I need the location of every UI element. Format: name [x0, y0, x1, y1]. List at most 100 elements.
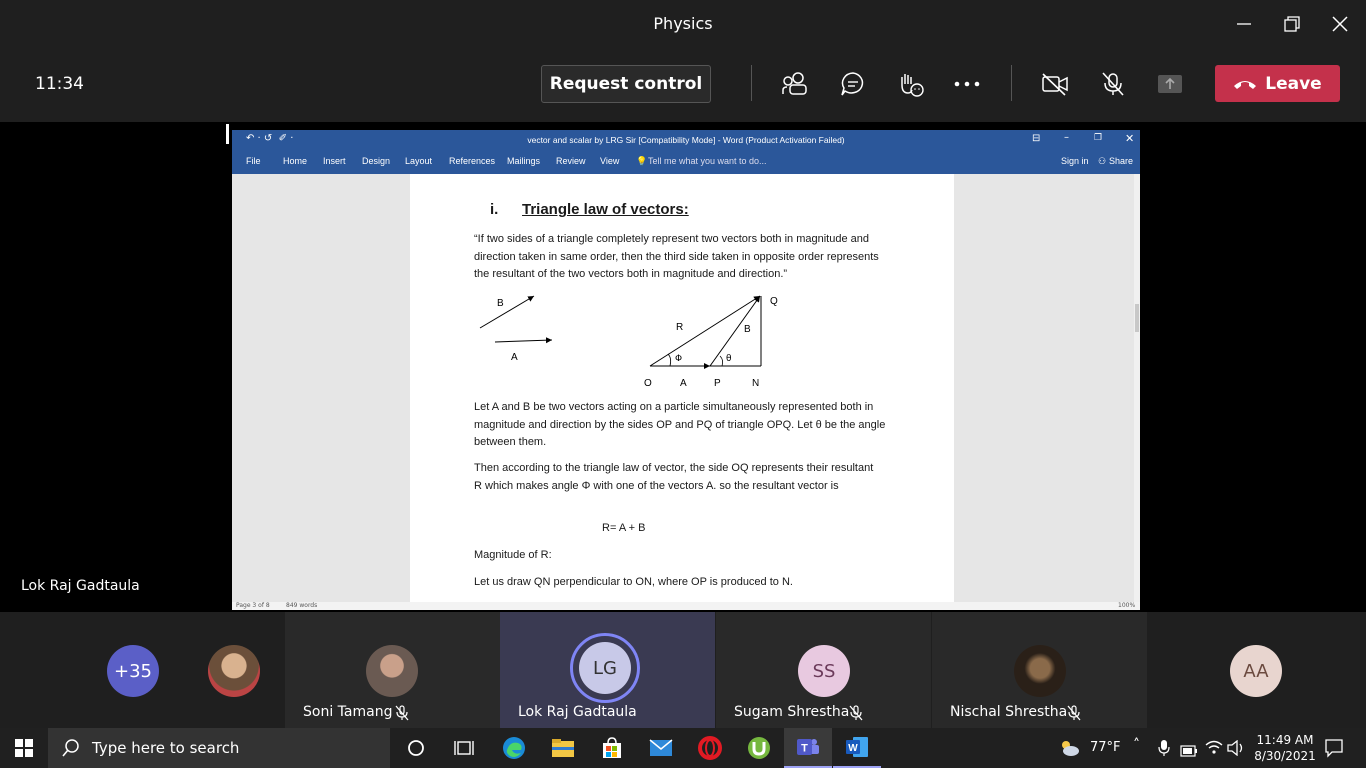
label-a: A — [511, 352, 518, 363]
word-close-icon[interactable]: ✕ — [1125, 132, 1134, 145]
word-ribbon-display-icon[interactable]: ⊟ — [1032, 133, 1040, 144]
chat-icon[interactable] — [838, 70, 868, 98]
tab-references[interactable]: References — [449, 156, 495, 166]
participant-tile-soni[interactable]: Soni Tamang — [285, 612, 500, 728]
taskbar-clock[interactable]: 11:49 AM 8/30/2021 — [1252, 732, 1318, 764]
tab-review[interactable]: Review — [556, 156, 586, 166]
status-page: Page 3 of 8 — [236, 602, 270, 609]
taskbar-search-box[interactable]: Type here to search — [48, 728, 390, 768]
participant-tile-nischal[interactable]: Nischal Shrestha — [932, 612, 1147, 728]
law-definition: “If two sides of a triangle completely r… — [474, 233, 879, 280]
avatar — [208, 645, 260, 697]
participants-icon[interactable] — [780, 70, 810, 98]
participants-strip: +35 Soni Tamang LG Lok Raj Gadtaula SS S… — [0, 612, 1366, 728]
edge-icon[interactable] — [490, 728, 538, 768]
participant-tile-sugam[interactable]: SS Sugam Shrestha — [716, 612, 931, 728]
phone-hangup-icon — [1234, 80, 1257, 89]
word-minimize-icon[interactable]: – — [1064, 132, 1069, 143]
wifi-icon[interactable] — [1205, 739, 1223, 759]
battery-icon[interactable] — [1180, 742, 1198, 761]
participant-tile-photo[interactable] — [200, 612, 285, 728]
windows-start-icon[interactable] — [0, 728, 48, 768]
label-p: P — [714, 378, 721, 389]
word-restore-icon[interactable]: ❐ — [1094, 133, 1102, 143]
label-a-triangle: A — [680, 378, 687, 389]
utorrent-icon[interactable] — [735, 728, 783, 768]
chevron-up-icon[interactable]: ˄ — [1133, 737, 1140, 753]
label-phi: Φ — [675, 354, 682, 364]
search-placeholder: Type here to search — [92, 739, 240, 757]
tab-layout[interactable]: Layout — [405, 156, 432, 166]
participant-tile-lok-raj[interactable]: LG Lok Raj Gadtaula — [500, 612, 715, 728]
participant-name: Soni Tamang — [303, 704, 393, 720]
weather-temp[interactable]: 77°F — [1090, 740, 1121, 755]
tab-home[interactable]: Home — [283, 156, 307, 166]
side-pq — [709, 295, 761, 367]
teams-icon[interactable]: T — [784, 728, 832, 768]
tab-view[interactable]: View — [600, 156, 619, 166]
participant-tile-aa[interactable]: AA — [1148, 612, 1363, 728]
mic-muted-icon — [395, 705, 409, 721]
volume-icon[interactable] — [1227, 739, 1245, 760]
restore-icon[interactable] — [1280, 12, 1304, 36]
heading-number: i. — [490, 201, 499, 218]
vector-a-arrow — [494, 337, 553, 344]
participant-name: Nischal Shrestha — [950, 704, 1068, 720]
tab-insert[interactable]: Insert — [323, 156, 346, 166]
tab-mailings[interactable]: Mailings — [507, 156, 540, 166]
close-icon[interactable] — [1328, 12, 1352, 36]
more-options-icon[interactable] — [952, 70, 982, 98]
camera-off-icon[interactable] — [1040, 70, 1070, 98]
weather-icon[interactable] — [1058, 738, 1080, 762]
svg-text:W: W — [848, 743, 858, 754]
mail-icon[interactable] — [637, 728, 685, 768]
search-icon — [62, 739, 79, 757]
minimize-icon[interactable] — [1232, 12, 1256, 36]
tell-me-box[interactable]: Tell me what you want to do... — [648, 156, 767, 166]
svg-text:T: T — [801, 743, 808, 755]
label-theta: θ — [726, 354, 732, 364]
store-icon[interactable] — [588, 728, 636, 768]
leave-label: Leave — [1265, 73, 1322, 94]
meeting-timer: 11:34 — [35, 74, 84, 94]
tab-design[interactable]: Design — [362, 156, 390, 166]
share-tray-icon[interactable] — [1155, 70, 1185, 98]
vector-b-arrow — [479, 295, 535, 329]
label-q: Q — [770, 296, 778, 307]
presenter-name: Lok Raj Gadtaula — [21, 578, 140, 594]
sign-in-link[interactable]: Sign in — [1061, 156, 1089, 166]
file-explorer-icon[interactable] — [539, 728, 587, 768]
mic-off-icon[interactable] — [1098, 70, 1128, 98]
request-control-button[interactable]: Request control — [541, 65, 711, 103]
overflow-count[interactable]: +35 — [107, 645, 159, 697]
task-view-icon[interactable] — [440, 728, 488, 768]
window-title: Physics — [653, 14, 713, 33]
label-n: N — [752, 378, 759, 389]
scrollbar-thumb[interactable] — [1135, 304, 1139, 332]
avatar — [366, 645, 418, 697]
word-icon[interactable]: W — [833, 728, 881, 768]
section-heading: Triangle law of vectors: — [522, 201, 689, 218]
avatar-initials: AA — [1230, 645, 1282, 697]
divider — [1011, 65, 1012, 101]
resultant-equation: R= A + B — [602, 522, 646, 534]
mic-muted-icon — [849, 705, 863, 721]
word-title-bar: ↶ · ↺ ✐ · vector and scalar by LRG Sir [… — [232, 130, 1140, 150]
paragraph-vectors: Let A and B be two vectors acting on a p… — [474, 401, 886, 448]
leave-button[interactable]: Leave — [1215, 65, 1340, 102]
reactions-icon[interactable] — [895, 70, 925, 98]
tab-file[interactable]: File — [246, 156, 261, 166]
label-r: R — [676, 322, 683, 333]
label-o: O — [644, 378, 652, 389]
microphone-icon[interactable] — [1158, 740, 1170, 760]
participant-name: Lok Raj Gadtaula — [518, 704, 637, 720]
cursor-marker — [226, 124, 229, 144]
word-window: ↶ · ↺ ✐ · vector and scalar by LRG Sir [… — [232, 130, 1140, 610]
notifications-icon[interactable] — [1324, 738, 1344, 762]
opera-icon[interactable] — [686, 728, 734, 768]
word-scrollbar[interactable] — [1134, 174, 1140, 602]
share-button[interactable]: Share — [1109, 156, 1133, 166]
label-b: B — [497, 298, 504, 309]
cortana-icon[interactable] — [392, 728, 440, 768]
user-icon: ⚇ — [1098, 156, 1107, 166]
